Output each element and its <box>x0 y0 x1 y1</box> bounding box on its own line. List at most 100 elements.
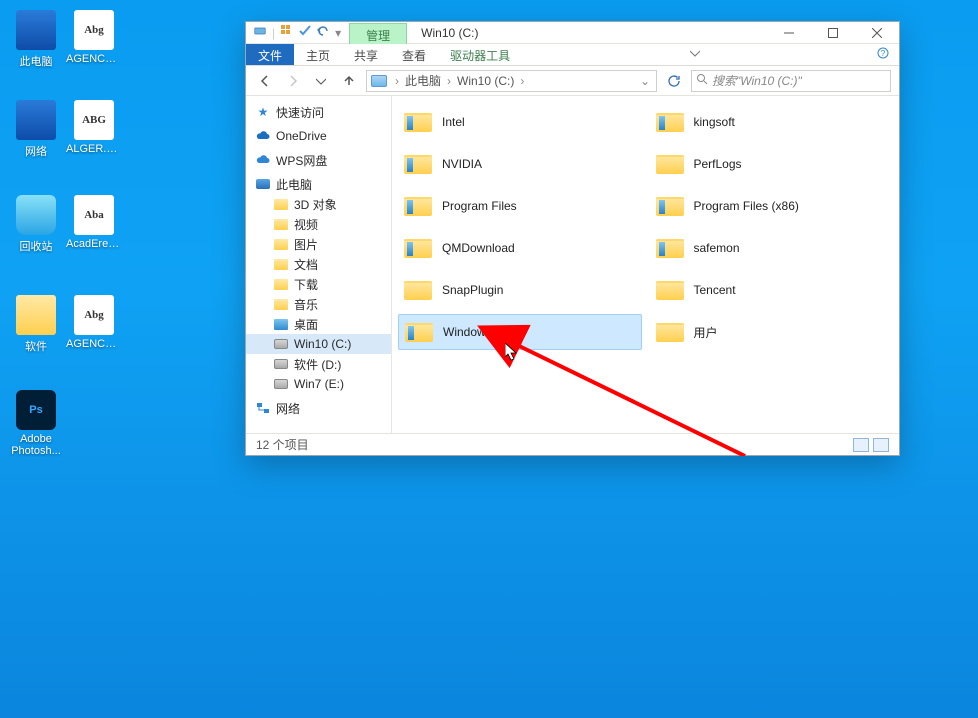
cloud-icon <box>256 153 270 167</box>
sidebar-item-label: OneDrive <box>276 129 381 143</box>
folder-item-perflogs[interactable]: PerfLogs <box>650 146 894 182</box>
refresh-button[interactable] <box>663 70 685 92</box>
sidebar-item-drive-d[interactable]: 软件 (D:) <box>246 354 391 374</box>
icons-view-button[interactable] <box>873 438 889 452</box>
folder-item-nvidia[interactable]: NVIDIA <box>398 146 642 182</box>
folder-item-tencent[interactable]: Tencent <box>650 272 894 308</box>
tab-share[interactable]: 共享 <box>342 44 390 65</box>
folder-item-program-files-x86[interactable]: Program Files (x86) <box>650 188 894 224</box>
explorer-body: ★ 快速访问 OneDrive WPS网盘 <box>246 96 899 433</box>
undo-icon[interactable] <box>317 25 329 40</box>
sidebar-item-label: 软件 (D:) <box>294 356 381 373</box>
font-file-icon: Abg <box>74 295 114 335</box>
folder-item-windows[interactable]: Windows <box>398 314 642 350</box>
sidebar-item-label: 快速访问 <box>276 104 381 121</box>
sidebar-item-videos[interactable]: 视频 <box>246 214 391 234</box>
folder-item-program-files[interactable]: Program Files <box>398 188 642 224</box>
folder-icon <box>16 295 56 335</box>
details-view-button[interactable] <box>853 438 869 452</box>
navigation-pane: ★ 快速访问 OneDrive WPS网盘 <box>246 96 392 433</box>
maximize-button[interactable] <box>811 22 855 43</box>
folder-item-snapplugin[interactable]: SnapPlugin <box>398 272 642 308</box>
desktop-icon-agencyr[interactable]: Abg AGENCYR... <box>66 10 122 65</box>
nav-recent-button[interactable] <box>310 70 332 92</box>
photoshop-icon: Ps <box>16 390 56 430</box>
close-button[interactable] <box>855 22 899 43</box>
window-title: Win10 (C:) <box>407 22 492 43</box>
folder-icon <box>405 320 433 344</box>
desktop-icon-label: 回收站 <box>8 238 64 254</box>
desktop-icon-alger[interactable]: ABG ALGER.TTF <box>66 100 122 155</box>
chevron-right-icon[interactable]: › <box>445 74 453 88</box>
search-placeholder: 搜索"Win10 (C:)" <box>712 72 802 89</box>
sidebar-item-this-pc[interactable]: 此电脑 <box>246 174 391 194</box>
folder-icon <box>656 320 684 344</box>
help-button[interactable]: ? <box>867 44 899 65</box>
status-bar: 12 个项目 <box>246 433 899 455</box>
nav-back-button[interactable] <box>254 70 276 92</box>
desktop-icon-this-pc[interactable]: 此电脑 <box>8 10 64 69</box>
chevron-down-icon[interactable]: ▾ <box>335 26 341 40</box>
desktop-icon-agencyb[interactable]: Abg AGENCYB... <box>66 295 122 350</box>
sidebar-item-desktop[interactable]: 桌面 <box>246 314 391 334</box>
sidebar-item-documents[interactable]: 文档 <box>246 254 391 274</box>
desktop-icon-photoshop[interactable]: Ps Adobe Photosh... <box>8 390 64 457</box>
chevron-down-icon[interactable]: ⌄ <box>638 74 652 88</box>
sidebar-item-label: Win7 (E:) <box>294 377 381 391</box>
sidebar-item-downloads[interactable]: 下载 <box>246 274 391 294</box>
sidebar-item-quick-access[interactable]: ★ 快速访问 <box>246 102 391 122</box>
grid-icon[interactable] <box>281 25 293 40</box>
title-bar[interactable]: | ▾ 管理 Win10 (C:) <box>246 22 899 44</box>
sidebar-item-network[interactable]: 网络 <box>246 398 391 418</box>
folder-label: kingsoft <box>694 115 735 129</box>
sidebar-item-pictures[interactable]: 图片 <box>246 234 391 254</box>
checkmark-icon[interactable] <box>299 25 311 40</box>
folder-icon <box>404 278 432 302</box>
drive-icon <box>371 75 387 87</box>
breadcrumb[interactable]: › 此电脑 › Win10 (C:) › ⌄ <box>366 70 657 92</box>
desktop-icon-recycle-bin[interactable]: 回收站 <box>8 195 64 254</box>
sidebar-item-label: 网络 <box>276 400 381 417</box>
desktop-icon-software[interactable]: 软件 <box>8 295 64 354</box>
tab-view[interactable]: 查看 <box>390 44 438 65</box>
recycle-bin-icon <box>16 195 56 235</box>
breadcrumb-drive[interactable]: Win10 (C:) <box>455 74 516 88</box>
sidebar-item-drive-c[interactable]: Win10 (C:) <box>246 334 391 354</box>
folder-item-qmdownload[interactable]: QMDownload <box>398 230 642 266</box>
desktop-icon-label: AGENCYB... <box>66 338 122 350</box>
folder-icon <box>656 194 684 218</box>
sidebar-item-music[interactable]: 音乐 <box>246 294 391 314</box>
desktop-icon-network[interactable]: 网络 <box>8 100 64 159</box>
desktop-icon-acaderef[interactable]: Aba AcadEref.ttf <box>66 195 122 250</box>
nav-forward-button[interactable] <box>282 70 304 92</box>
tab-file[interactable]: 文件 <box>246 44 294 65</box>
monitor-icon <box>16 10 56 50</box>
sidebar-item-3d-objects[interactable]: 3D 对象 <box>246 194 391 214</box>
sidebar-item-wps[interactable]: WPS网盘 <box>246 150 391 170</box>
desktop-icon-label: 此电脑 <box>8 53 64 69</box>
sidebar-item-onedrive[interactable]: OneDrive <box>246 126 391 146</box>
minimize-button[interactable] <box>767 22 811 43</box>
chevron-right-icon[interactable]: › <box>518 74 526 88</box>
expand-ribbon-button[interactable] <box>680 44 710 65</box>
sidebar-item-drive-e[interactable]: Win7 (E:) <box>246 374 391 394</box>
nav-up-button[interactable] <box>338 70 360 92</box>
breadcrumb-this-pc[interactable]: 此电脑 <box>403 72 443 89</box>
drive-icon <box>274 359 288 369</box>
search-input[interactable]: 搜索"Win10 (C:)" <box>691 70 891 92</box>
font-file-icon: Aba <box>74 195 114 235</box>
folder-icon <box>656 278 684 302</box>
folder-item-kingsoft[interactable]: kingsoft <box>650 104 894 140</box>
chevron-right-icon[interactable]: › <box>393 74 401 88</box>
view-switcher <box>853 438 889 452</box>
folder-item-safemon[interactable]: safemon <box>650 230 894 266</box>
folder-item-intel[interactable]: Intel <box>398 104 642 140</box>
folder-icon <box>656 236 684 260</box>
tab-drive-tools[interactable]: 驱动器工具 <box>438 44 522 65</box>
sidebar-item-label: 此电脑 <box>276 176 381 193</box>
desktop-icon-label: AcadEref.ttf <box>66 238 122 250</box>
folder-item-users[interactable]: 用户 <box>650 314 894 350</box>
file-list[interactable]: Intel kingsoft NVIDIA PerfLogs Program F… <box>392 96 899 433</box>
tab-home[interactable]: 主页 <box>294 44 342 65</box>
window-controls <box>767 22 899 43</box>
